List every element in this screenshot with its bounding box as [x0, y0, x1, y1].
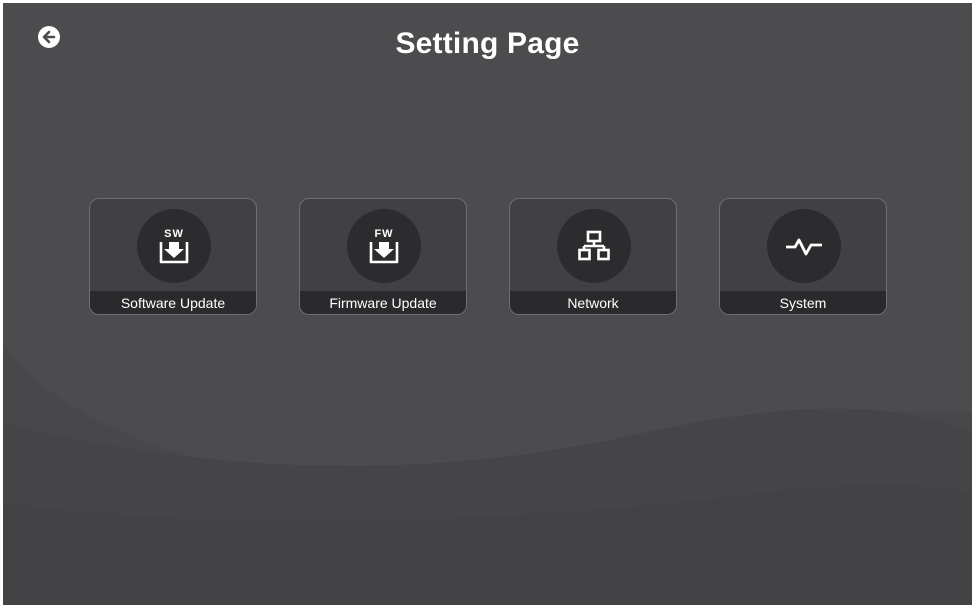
icon-circle	[557, 209, 631, 283]
settings-screen: Setting Page SW Software Update FW Firmw…	[3, 3, 972, 605]
icon-text-fw: FW	[374, 228, 393, 240]
firmware-download-icon: FW	[369, 228, 399, 264]
network-tile[interactable]: Network	[509, 198, 677, 315]
icon-circle: SW	[137, 209, 211, 283]
tile-label: Network	[510, 291, 676, 314]
pulse-icon	[786, 238, 822, 256]
software-update-tile[interactable]: SW Software Update	[89, 198, 257, 315]
network-icon	[578, 230, 610, 261]
tile-label: System	[720, 291, 886, 314]
icon-text-sw: SW	[164, 228, 184, 240]
system-tile[interactable]: System	[719, 198, 887, 315]
icon-circle	[767, 209, 841, 283]
software-download-icon: SW	[159, 228, 189, 264]
tile-label: Software Update	[90, 291, 256, 314]
firmware-update-tile[interactable]: FW Firmware Update	[299, 198, 467, 315]
icon-circle: FW	[347, 209, 421, 283]
tile-label: Firmware Update	[300, 291, 466, 314]
page-title: Setting Page	[395, 27, 580, 60]
